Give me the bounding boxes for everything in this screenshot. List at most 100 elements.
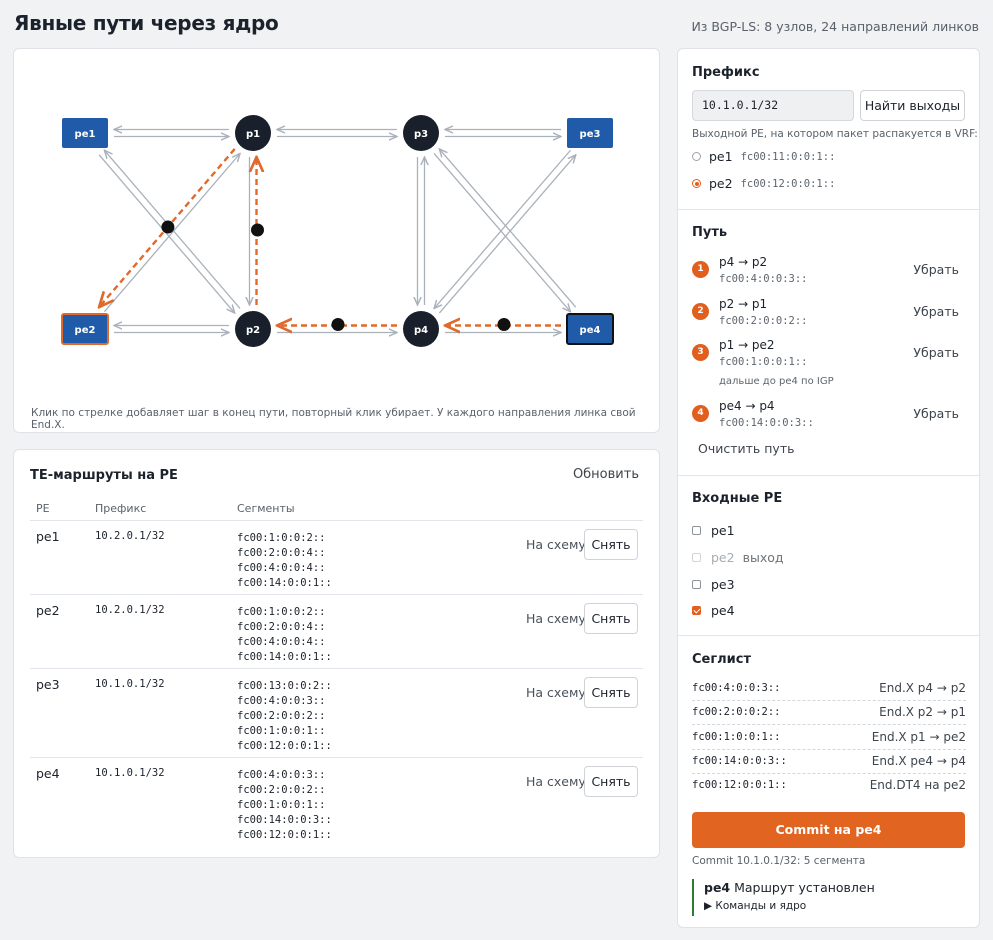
te-routes-card: TE-маршруты на PE Обновить PE Префикс Се…	[13, 449, 660, 858]
find-exits-button[interactable]: Найти выходы	[860, 90, 965, 121]
segment-sid: fc00:2:0:0:4::	[237, 547, 326, 559]
segment-sid: fc00:1:0:0:2::	[237, 606, 326, 618]
step-sid: fc00:14:0:0:3::	[719, 417, 814, 429]
route-pe: pe4	[36, 766, 60, 781]
disclosure-triangle-icon: ▶	[704, 900, 713, 912]
prefix-input[interactable]: 10.1.0.1/32	[692, 90, 854, 121]
ingress-pe-label: pe3	[711, 577, 735, 592]
link-pe2-to-p1[interactable]	[103, 153, 240, 313]
seglist-sid: fc00:12:0:0:1::	[692, 779, 787, 792]
show-on-diagram-link[interactable]: На схему	[526, 774, 586, 789]
node-label: p4	[414, 325, 428, 336]
seglist-sid: fc00:1:0:0:1::	[692, 730, 781, 743]
exit-option-pe1[interactable]: pe1 fc00:11:0:0:1::	[692, 149, 835, 164]
radio-button[interactable]	[692, 152, 701, 161]
row-divider	[30, 668, 643, 669]
node-label: p1	[246, 129, 260, 140]
segment-sid: fc00:12:0:0:1::	[237, 829, 332, 841]
topology-card: pe1 p1 p3 pe3 pe2 p2 p4 pe4 Клик по стрелке доб…	[13, 48, 660, 433]
node-p1[interactable]: p1	[235, 115, 271, 151]
column-header-segments: Сегменты	[237, 502, 295, 515]
link-p3-to-pe4[interactable]	[433, 153, 570, 311]
route-prefix: 10.2.0.1/32	[95, 604, 165, 616]
remove-step-button[interactable]: Убрать	[913, 406, 959, 421]
route-pe: pe3	[36, 677, 60, 692]
ingress-option-pe4[interactable]: pe4	[692, 603, 735, 618]
exit-option-pe2[interactable]: pe2 fc00:12:0:0:1::	[692, 176, 835, 191]
ingress-section-title: Входные PE	[692, 491, 783, 506]
checkbox[interactable]	[692, 580, 701, 589]
section-divider	[678, 635, 979, 636]
exit-pe-label: pe2	[709, 176, 733, 191]
remove-route-button[interactable]: Снять	[584, 766, 638, 797]
status-pe: pe4	[704, 880, 731, 895]
step-sid: fc00:4:0:0:3::	[719, 273, 808, 285]
step-hop: pe4 → p4	[719, 399, 775, 413]
details-label: Команды и ядро	[715, 900, 807, 912]
step-number-badge: 1	[692, 261, 709, 278]
seglist-sid: fc00:4:0:0:3::	[692, 682, 781, 694]
node-label: pe1	[75, 129, 96, 140]
step-number-badge: 4	[692, 405, 709, 422]
exit-pe-hint: Выходной PE, на котором пакет распакуетс…	[692, 128, 978, 140]
route-prefix: 10.1.0.1/32	[95, 678, 165, 690]
show-on-diagram-link[interactable]: На схему	[526, 685, 586, 700]
details-toggle[interactable]: ▶ Команды и ядро	[704, 900, 966, 912]
node-pe3[interactable]: pe3	[567, 118, 613, 148]
section-divider	[678, 209, 979, 210]
show-on-diagram-link[interactable]: На схему	[526, 611, 586, 626]
remove-step-button[interactable]: Убрать	[913, 262, 959, 277]
path-step-marker	[161, 220, 175, 234]
exit-pe-label: pe1	[709, 149, 733, 164]
seglist-function: End.DT4 на pe2	[869, 778, 966, 793]
node-p3[interactable]: p3	[403, 115, 439, 151]
remove-route-button[interactable]: Снять	[584, 677, 638, 708]
step-hop: p2 → p1	[719, 297, 768, 311]
step-sid: fc00:1:0:0:1::	[719, 356, 808, 368]
link-pe3-to-p4[interactable]	[434, 149, 571, 308]
te-routes-title: TE-маршруты на PE	[30, 468, 178, 483]
segment-sid: fc00:13:0:0:2::	[237, 680, 332, 692]
remove-step-button[interactable]: Убрать	[913, 345, 959, 360]
link-p4-to-pe3[interactable]	[438, 155, 575, 314]
seglist-row: fc00:1:0:0:1:: End.X p1 → pe2	[692, 726, 966, 750]
segment-sid: fc00:1:0:0:1::	[237, 799, 326, 811]
seglist-sid: fc00:2:0:0:2::	[692, 706, 781, 719]
node-pe2[interactable]: pe2	[61, 313, 109, 345]
checkbox[interactable]	[692, 606, 701, 615]
show-on-diagram-link[interactable]: На схему	[526, 537, 586, 552]
section-divider	[678, 475, 979, 476]
remove-route-button[interactable]: Снять	[584, 603, 638, 634]
clear-path-button[interactable]: Очистить путь	[698, 441, 794, 456]
checkbox[interactable]	[692, 526, 701, 535]
seglist-section-title: Сеглист	[692, 652, 752, 667]
ingress-option-pe1[interactable]: pe1	[692, 523, 735, 538]
node-label: pe3	[580, 129, 601, 140]
refresh-button[interactable]: Обновить	[573, 467, 639, 482]
segment-sid: fc00:1:0:0:2::	[237, 532, 326, 544]
topology-summary: Из BGP-LS: 8 узлов, 24 направлений линко…	[691, 19, 979, 34]
radio-button[interactable]	[692, 179, 701, 188]
node-p4[interactable]: p4	[403, 311, 439, 347]
ingress-option-pe2: pe2 выход	[692, 550, 784, 565]
step-hop: p4 → p2	[719, 255, 768, 269]
link-pe1-to-p2[interactable]	[98, 154, 235, 313]
path-step-marker	[251, 223, 264, 237]
remove-route-button[interactable]: Снять	[584, 529, 638, 560]
route-segments: fc00:1:0:0:2:: fc00:2:0:0:4:: fc00:4:0:0:4…	[237, 605, 332, 665]
seglist-sid: fc00:14:0:0:3::	[692, 754, 787, 767]
step-note: дальше до pe4 по IGP	[719, 376, 834, 387]
ingress-option-pe3[interactable]: pe3	[692, 577, 735, 592]
commit-button[interactable]: Commit на pe4	[692, 812, 965, 848]
segment-sid: fc00:2:0:0:2::	[237, 784, 326, 796]
row-divider	[30, 594, 643, 595]
remove-step-button[interactable]: Убрать	[913, 304, 959, 319]
link-pe4-to-p3[interactable]	[439, 149, 577, 308]
node-p2[interactable]: p2	[235, 311, 271, 347]
node-pe4[interactable]: pe4	[566, 313, 614, 345]
row-divider	[30, 757, 643, 758]
node-pe1[interactable]: pe1	[62, 118, 108, 148]
header-divider	[30, 520, 643, 521]
segment-sid: fc00:2:0:0:4::	[237, 621, 326, 633]
segment-sid: fc00:4:0:0:4::	[237, 636, 326, 648]
